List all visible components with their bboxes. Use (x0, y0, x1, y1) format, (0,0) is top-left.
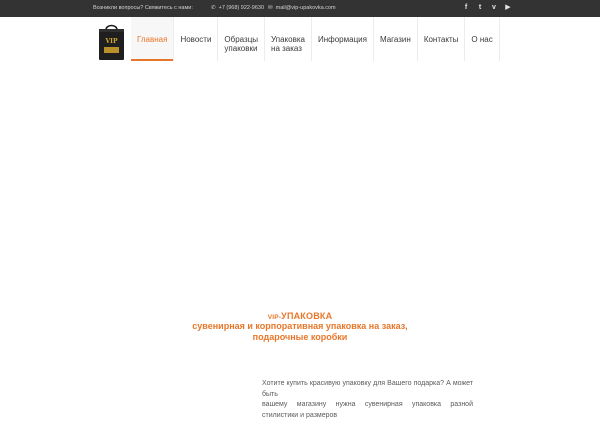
twitter-icon[interactable]: t (476, 4, 484, 12)
page-headline: VIP-УПАКОВКА сувенирная и корпоративная … (0, 311, 600, 343)
main-nav: Главная Новости Образцы упаковки Упаковк… (131, 17, 500, 61)
site-header: VIP Главная Новости Образцы упаковки Упа… (0, 17, 600, 70)
nav-item-about[interactable]: О нас (465, 17, 500, 61)
nav-item-label: Образцы (224, 35, 259, 44)
facebook-icon[interactable]: f (462, 4, 470, 12)
contact-question: Возникли вопросы? Свяжитесь с нами: (93, 5, 193, 11)
youtube-icon[interactable]: ▶ (504, 4, 512, 12)
nav-item-shop[interactable]: Магазин (374, 17, 418, 61)
logo-text: VIP (105, 38, 118, 45)
nav-item-label: Информация (317, 35, 367, 44)
nav-item-label-line2: на заказ (271, 44, 302, 53)
nav-item-contacts[interactable]: Контакты (418, 17, 466, 61)
top-contact-bar: Возникли вопросы? Свяжитесь с нами: ✆ +7 … (0, 0, 600, 17)
nav-item-custom-packaging[interactable]: Упаковка на заказ (265, 17, 312, 61)
nav-item-samples[interactable]: Образцы упаковки (218, 17, 266, 61)
vimeo-icon[interactable]: v (490, 4, 498, 12)
contact-email[interactable]: ✉ mail@vip-upakovka.com (268, 5, 336, 11)
headline-prefix: VIP- (267, 314, 282, 321)
phone-icon: ✆ (211, 5, 216, 11)
nav-item-label-line2: упаковки (224, 44, 258, 53)
nav-item-label: Новости (180, 35, 212, 44)
intro-paragraph: Хотите купить красивую упаковку для Ваше… (262, 379, 473, 421)
headline-title-text: УПАКОВКА (281, 311, 333, 321)
nav-item-news[interactable]: Новости (174, 17, 219, 61)
social-links: f t v ▶ (462, 4, 512, 12)
envelope-icon: ✉ (268, 5, 273, 11)
contact-phone[interactable]: ✆ +7 (968) 922-9630 (211, 5, 264, 11)
email-address: mail@vip-upakovka.com (275, 5, 336, 11)
nav-item-home[interactable]: Главная (131, 17, 175, 61)
headline-subtitle-1: сувенирная и корпоративная упаковка на з… (192, 321, 408, 331)
nav-item-information[interactable]: Информация (312, 17, 374, 61)
logo-shopping-bag[interactable]: VIP (98, 23, 125, 61)
nav-item-label: О нас (471, 35, 493, 44)
nav-item-label: Контакты (423, 35, 459, 44)
intro-line-1: Хотите купить красивую упаковку для Ваше… (262, 380, 473, 398)
nav-item-label: Магазин (379, 35, 411, 44)
intro-line-2: вашему магазину нужна сувенирная упаковк… (262, 401, 473, 419)
headline-title: VIP-УПАКОВКА (0, 311, 600, 321)
headline-subtitle-2: подарочные коробки (252, 332, 348, 342)
nav-item-label: Главная (137, 35, 168, 44)
nav-item-label: Упаковка (271, 35, 305, 44)
hero-area (0, 70, 600, 305)
phone-number: +7 (968) 922-9630 (218, 5, 265, 11)
